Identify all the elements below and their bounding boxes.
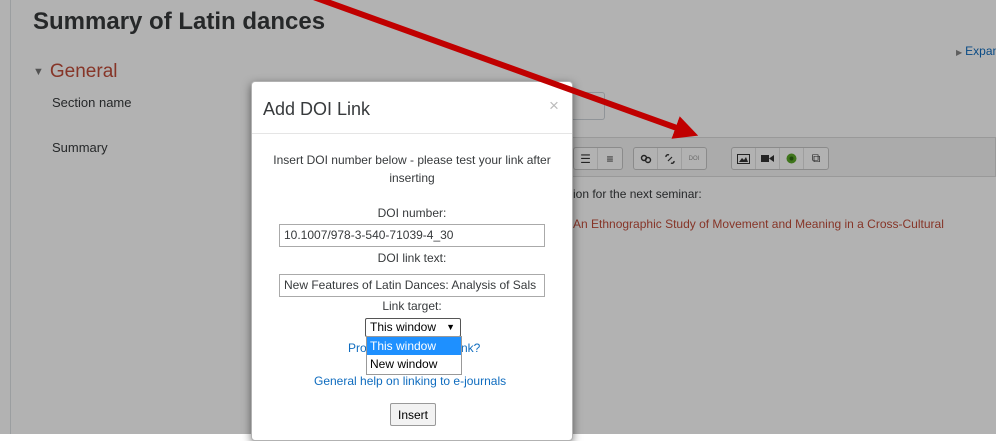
doi-link-text-label: DOI link text:: [377, 251, 447, 265]
doi-link-text-input[interactable]: New Features of Latin Dances: Analysis o…: [279, 274, 545, 297]
page-background: Summary of Latin dances ▶ Expan ▼ General …: [0, 0, 996, 441]
add-doi-link-dialog: Add DOI Link × Insert DOI number below -…: [251, 81, 573, 441]
doi-number-label: DOI number:: [377, 206, 447, 220]
doi-number-input[interactable]: 10.1007/978-3-540-71039-4_30: [279, 224, 545, 247]
general-help-link[interactable]: General help on linking to e-journals: [314, 374, 506, 388]
option-this-window[interactable]: This window: [367, 337, 461, 355]
dialog-instructions: Insert DOI number below - please test yo…: [273, 153, 551, 185]
dialog-title: Add DOI Link: [263, 99, 371, 119]
problem-link-right[interactable]: nk?: [461, 341, 480, 355]
insert-button[interactable]: Insert: [390, 403, 436, 426]
dropdown-arrow-icon: ▼: [446, 322, 455, 332]
link-target-options: This window New window: [366, 336, 462, 375]
close-icon[interactable]: ×: [549, 96, 559, 116]
dialog-header: Add DOI Link ×: [252, 82, 572, 134]
option-new-window[interactable]: New window: [367, 355, 461, 373]
link-target-select[interactable]: This window ▼: [365, 318, 461, 337]
problem-link-left[interactable]: Pro: [348, 341, 367, 355]
link-target-selected: This window: [370, 320, 437, 334]
link-target-label: Link target:: [382, 299, 442, 313]
